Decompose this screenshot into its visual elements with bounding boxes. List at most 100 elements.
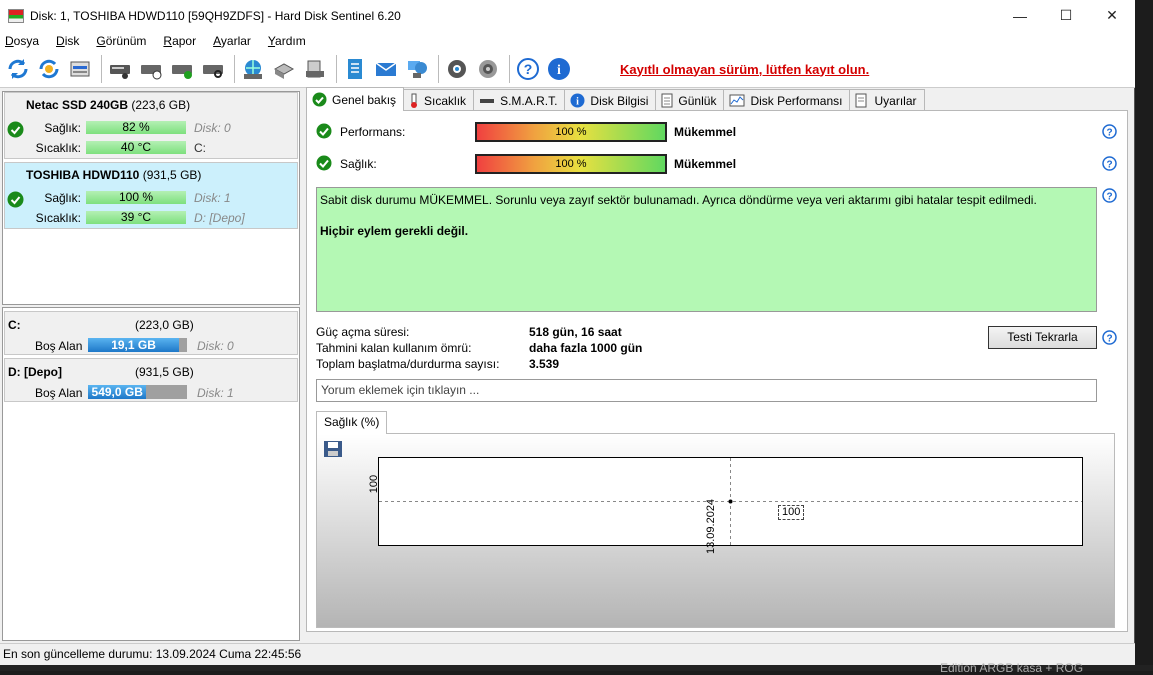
disk-schedule-icon[interactable] bbox=[137, 55, 165, 83]
temp-bar: 40 °C bbox=[86, 141, 186, 154]
status-message: Sabit disk durumu MÜKEMMEL. Sorunlu veya… bbox=[320, 193, 1037, 207]
tab-overview[interactable]: Genel bakış bbox=[306, 87, 405, 111]
mail-icon[interactable] bbox=[372, 55, 400, 83]
disk-item-toshiba[interactable]: TOSHIBA HDWD110 (931,5 GB) Sağlık: 100 % D… bbox=[4, 162, 298, 229]
comment-field[interactable]: Yorum eklemek için tıklayın ... bbox=[316, 379, 1097, 402]
close-button[interactable]: ✕ bbox=[1089, 0, 1135, 31]
menu-dosya[interactable]: Dosya bbox=[0, 34, 47, 48]
svg-text:i: i bbox=[577, 97, 580, 108]
health-label: Sağlık: bbox=[44, 121, 81, 135]
action-message: Hiçbir eylem gerekli değil. bbox=[320, 224, 469, 238]
tab-log[interactable]: Günlük bbox=[655, 89, 725, 111]
minimize-button[interactable]: — bbox=[997, 0, 1043, 31]
left-panel: Netac SSD 240GB (223,6 GB) Sağlık: 82 % Di… bbox=[2, 91, 300, 641]
help-icon[interactable]: ? bbox=[1102, 156, 1117, 171]
data-point bbox=[728, 499, 733, 504]
help-icon[interactable]: ? bbox=[1102, 330, 1117, 345]
tab-health-chart[interactable]: Sağlık (%) bbox=[316, 411, 388, 434]
tab-performance[interactable]: Disk Performansı bbox=[723, 89, 851, 111]
network-disk-icon[interactable] bbox=[239, 55, 267, 83]
start-stop-label: Toplam başlatma/durdurma sayısı: bbox=[316, 357, 500, 371]
settings-gear-icon[interactable] bbox=[443, 55, 471, 83]
register-warning-link[interactable]: Kayıtlı olmayan sürüm, lütfen kayıt olun… bbox=[620, 62, 869, 77]
lifetime-label: Tahmini kalan kullanım ömrü: bbox=[316, 341, 472, 355]
disk-info-icon[interactable] bbox=[301, 55, 329, 83]
help-icon[interactable]: ? bbox=[1102, 188, 1117, 203]
disk-test-icon[interactable] bbox=[168, 55, 196, 83]
disk-name: Netac SSD 240GB (223,6 GB) bbox=[26, 98, 191, 112]
lifetime-value: daha fazla 1000 gün bbox=[529, 341, 643, 355]
smart-icon bbox=[479, 93, 495, 108]
check-ok-icon bbox=[316, 123, 332, 142]
start-stop-value: 3.539 bbox=[529, 357, 560, 371]
menu-disk[interactable]: Disk bbox=[51, 34, 87, 48]
help-icon[interactable]: ? bbox=[514, 55, 542, 83]
refresh-icon[interactable] bbox=[4, 55, 32, 83]
alert-document-icon bbox=[855, 93, 869, 108]
network-icon[interactable] bbox=[403, 55, 431, 83]
temp-bar: 39 °C bbox=[86, 211, 186, 224]
chart-icon bbox=[729, 93, 745, 108]
volume-disk: Disk: 0 bbox=[197, 339, 234, 353]
disk-name: TOSHIBA HDWD110 (931,5 GB) bbox=[26, 168, 202, 182]
sound-icon[interactable] bbox=[474, 55, 502, 83]
menu-ayarlar[interactable]: Ayarlar bbox=[208, 34, 259, 48]
volume-name: C: bbox=[8, 318, 21, 332]
disk-search-icon[interactable] bbox=[199, 55, 227, 83]
document-icon bbox=[661, 93, 673, 108]
plot-svg bbox=[379, 458, 1082, 545]
tab-label: Disk Bilgisi bbox=[590, 93, 649, 108]
thermometer-icon bbox=[409, 93, 419, 108]
menu-rapor[interactable]: Rapor bbox=[158, 34, 204, 48]
x-tick-label: 13.09.2024 bbox=[705, 498, 717, 554]
tab-temperature[interactable]: Sıcaklık bbox=[403, 89, 475, 111]
svg-text:?: ? bbox=[1106, 128, 1112, 139]
performance-rating: Mükemmel bbox=[674, 125, 737, 139]
tab-disk-info[interactable]: i Disk Bilgisi bbox=[564, 89, 657, 111]
tab-alerts[interactable]: Uyarılar bbox=[849, 89, 925, 111]
help-icon[interactable]: ? bbox=[1102, 124, 1117, 139]
disk-report-icon[interactable] bbox=[106, 55, 134, 83]
tab-label: Genel bakış bbox=[332, 92, 397, 107]
menu-gorunum[interactable]: Görünüm bbox=[91, 34, 154, 48]
svg-text:?: ? bbox=[1106, 334, 1112, 345]
free-space-label: Boş Alan bbox=[35, 386, 83, 400]
check-ok-icon bbox=[312, 92, 327, 107]
save-icon[interactable] bbox=[323, 440, 343, 458]
tab-strip: Genel bakış Sıcaklık S.M.A.R.T. i Disk Bi… bbox=[306, 87, 925, 111]
tab-label: Günlük bbox=[678, 93, 717, 108]
toolbar: ? i Kayıtlı olmayan sürüm, lütfen kayıt … bbox=[0, 51, 1135, 88]
performance-row: Performans: 100 % Mükemmel bbox=[316, 121, 736, 143]
power-on-label: Güç açma süresi: bbox=[316, 325, 410, 339]
free-space-label: Boş Alan bbox=[35, 339, 83, 353]
performance-bar: 100 % bbox=[475, 122, 667, 142]
disk-index: Disk: 1 bbox=[194, 191, 231, 205]
menu-yardim[interactable]: Yardım bbox=[263, 34, 314, 48]
svg-text:?: ? bbox=[524, 61, 533, 77]
maximize-button[interactable]: ☐ bbox=[1043, 0, 1089, 31]
info-icon[interactable]: i bbox=[545, 55, 573, 83]
disk-tools-icon[interactable] bbox=[270, 55, 298, 83]
health-bar: 82 % bbox=[86, 121, 186, 134]
volume-disk: Disk: 1 bbox=[197, 386, 234, 400]
menu-bar: Dosya Disk Görünüm Rapor Ayarlar Yardım bbox=[0, 31, 1135, 51]
volume-item-d[interactable]: D: [Depo] (931,5 GB) Boş Alan 549,0 GB D… bbox=[4, 358, 298, 402]
free-space-bar: 549,0 GB bbox=[88, 385, 187, 399]
disk-item-netac[interactable]: Netac SSD 240GB (223,6 GB) Sağlık: 82 % Di… bbox=[4, 92, 298, 159]
log-icon[interactable] bbox=[341, 55, 369, 83]
health-label: Sağlık: bbox=[44, 191, 81, 205]
tab-smart[interactable]: S.M.A.R.T. bbox=[473, 89, 566, 111]
info-icon: i bbox=[570, 93, 585, 108]
svg-text:?: ? bbox=[1106, 160, 1112, 171]
volume-item-c[interactable]: C: (223,0 GB) Boş Alan 19,1 GB Disk: 0 bbox=[4, 311, 298, 355]
free-space-bar: 19,1 GB bbox=[88, 338, 187, 352]
background-desktop bbox=[1135, 88, 1153, 671]
data-label: 100 bbox=[778, 505, 805, 520]
volume-list: C: (223,0 GB) Boş Alan 19,1 GB Disk: 0 D… bbox=[2, 307, 300, 641]
refresh-all-icon[interactable] bbox=[35, 55, 63, 83]
health-row: Sağlık: 100 % Mükemmel bbox=[316, 153, 736, 175]
disk-list-icon[interactable] bbox=[66, 55, 94, 83]
health-bar: 100 % bbox=[475, 154, 667, 174]
retest-button[interactable]: Testi Tekrarla bbox=[988, 326, 1097, 349]
app-window: Disk: 1, TOSHIBA HDWD110 [59QH9ZDFS] - H… bbox=[0, 0, 1135, 671]
